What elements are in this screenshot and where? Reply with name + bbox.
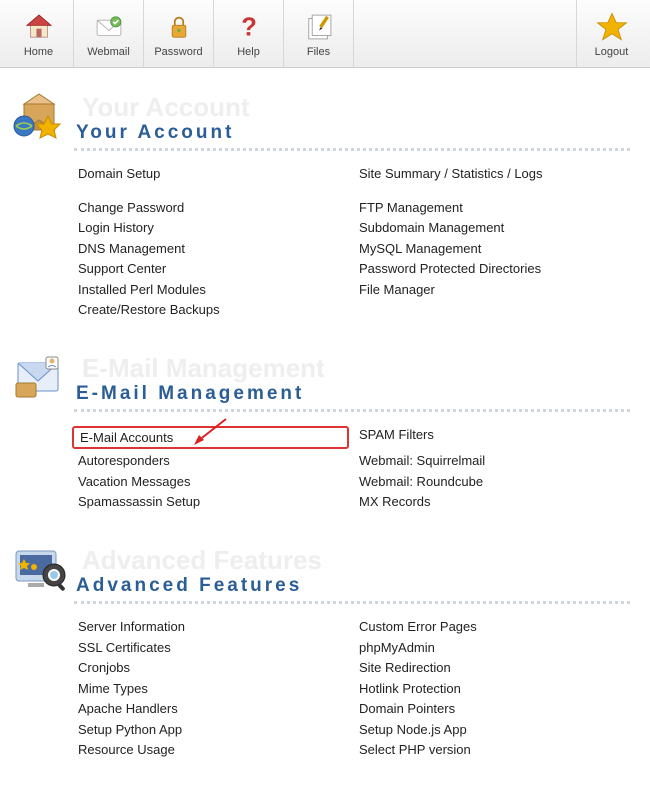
section-account: Your Account Your Account Domain Setup S… <box>10 86 640 319</box>
help-label: Help <box>237 46 260 58</box>
link-autoresponders[interactable]: Autoresponders <box>78 452 349 470</box>
link-spamassassin[interactable]: Spamassassin Setup <box>78 493 349 511</box>
link-ftp-management[interactable]: FTP Management <box>359 199 630 217</box>
link-spam-filters[interactable]: SPAM Filters <box>359 426 630 450</box>
section-title: Advanced Features <box>76 575 302 597</box>
link-site-redirection[interactable]: Site Redirection <box>359 659 630 677</box>
help-button[interactable]: ? Help <box>214 0 284 67</box>
svg-text:?: ? <box>241 13 257 41</box>
account-links: Domain Setup Site Summary / Statistics /… <box>10 151 640 319</box>
link-login-history[interactable]: Login History <box>78 219 349 237</box>
link-site-summary[interactable]: Site Summary / Statistics / Logs <box>359 165 630 183</box>
link-resource-usage[interactable]: Resource Usage <box>78 741 349 759</box>
main-content: Your Account Your Account Domain Setup S… <box>0 68 650 807</box>
link-cronjobs[interactable]: Cronjobs <box>78 659 349 677</box>
link-vacation-messages[interactable]: Vacation Messages <box>78 473 349 491</box>
link-mime-types[interactable]: Mime Types <box>78 680 349 698</box>
password-label: Password <box>154 46 202 58</box>
link-custom-error-pages[interactable]: Custom Error Pages <box>359 618 630 636</box>
logout-label: Logout <box>595 46 629 58</box>
files-icon <box>302 10 336 44</box>
link-domain-setup[interactable]: Domain Setup <box>78 165 349 183</box>
section-watermark: Advanced Features <box>82 545 322 576</box>
link-webmail-roundcube[interactable]: Webmail: Roundcube <box>359 473 630 491</box>
section-email: E-Mail Management E-Mail Management E-Ma… <box>10 347 640 511</box>
advanced-section-icon <box>10 539 70 599</box>
link-password-protected[interactable]: Password Protected Directories <box>359 260 630 278</box>
logout-button[interactable]: Logout <box>576 0 646 67</box>
account-section-icon <box>10 86 70 146</box>
section-title: Your Account <box>76 122 234 144</box>
toolbar-spacer <box>354 0 576 67</box>
link-hotlink-protection[interactable]: Hotlink Protection <box>359 680 630 698</box>
password-button[interactable]: Password <box>144 0 214 67</box>
link-webmail-squirrelmail[interactable]: Webmail: Squirrelmail <box>359 452 630 470</box>
link-apache-handlers[interactable]: Apache Handlers <box>78 700 349 718</box>
home-button[interactable]: Home <box>4 0 74 67</box>
link-setup-nodejs[interactable]: Setup Node.js App <box>359 721 630 739</box>
link-ssl-certificates[interactable]: SSL Certificates <box>78 639 349 657</box>
help-icon: ? <box>232 10 266 44</box>
email-links: E-Mail Accounts SPAM Filters Autorespond… <box>10 412 640 511</box>
link-subdomain-management[interactable]: Subdomain Management <box>359 219 630 237</box>
star-icon <box>595 10 629 44</box>
link-mysql-management[interactable]: MySQL Management <box>359 240 630 258</box>
advanced-links: Server Information Custom Error Pages SS… <box>10 604 640 759</box>
webmail-button[interactable]: Webmail <box>74 0 144 67</box>
files-button[interactable]: Files <box>284 0 354 67</box>
link-dns-management[interactable]: DNS Management <box>78 240 349 258</box>
link-setup-python[interactable]: Setup Python App <box>78 721 349 739</box>
home-icon <box>22 10 56 44</box>
link-perl-modules[interactable]: Installed Perl Modules <box>78 281 349 299</box>
section-title: E-Mail Management <box>76 383 304 405</box>
link-select-php[interactable]: Select PHP version <box>359 741 630 759</box>
link-file-manager[interactable]: File Manager <box>359 281 630 299</box>
link-phpmyadmin[interactable]: phpMyAdmin <box>359 639 630 657</box>
link-support-center[interactable]: Support Center <box>78 260 349 278</box>
link-server-information[interactable]: Server Information <box>78 618 349 636</box>
home-label: Home <box>24 46 53 58</box>
webmail-icon <box>92 10 126 44</box>
webmail-label: Webmail <box>87 46 130 58</box>
top-toolbar: Home Webmail Password ? Hel <box>0 0 650 68</box>
section-watermark: Your Account <box>82 92 250 123</box>
link-change-password[interactable]: Change Password <box>78 199 349 217</box>
section-advanced: Advanced Features Advanced Features Serv… <box>10 539 640 759</box>
link-create-restore-backups[interactable]: Create/Restore Backups <box>78 301 349 319</box>
section-watermark: E-Mail Management <box>82 353 325 384</box>
link-mx-records[interactable]: MX Records <box>359 493 630 511</box>
email-section-icon <box>10 347 70 407</box>
files-label: Files <box>307 46 330 58</box>
lock-icon <box>162 10 196 44</box>
link-email-accounts[interactable]: E-Mail Accounts <box>72 426 349 450</box>
link-domain-pointers[interactable]: Domain Pointers <box>359 700 630 718</box>
